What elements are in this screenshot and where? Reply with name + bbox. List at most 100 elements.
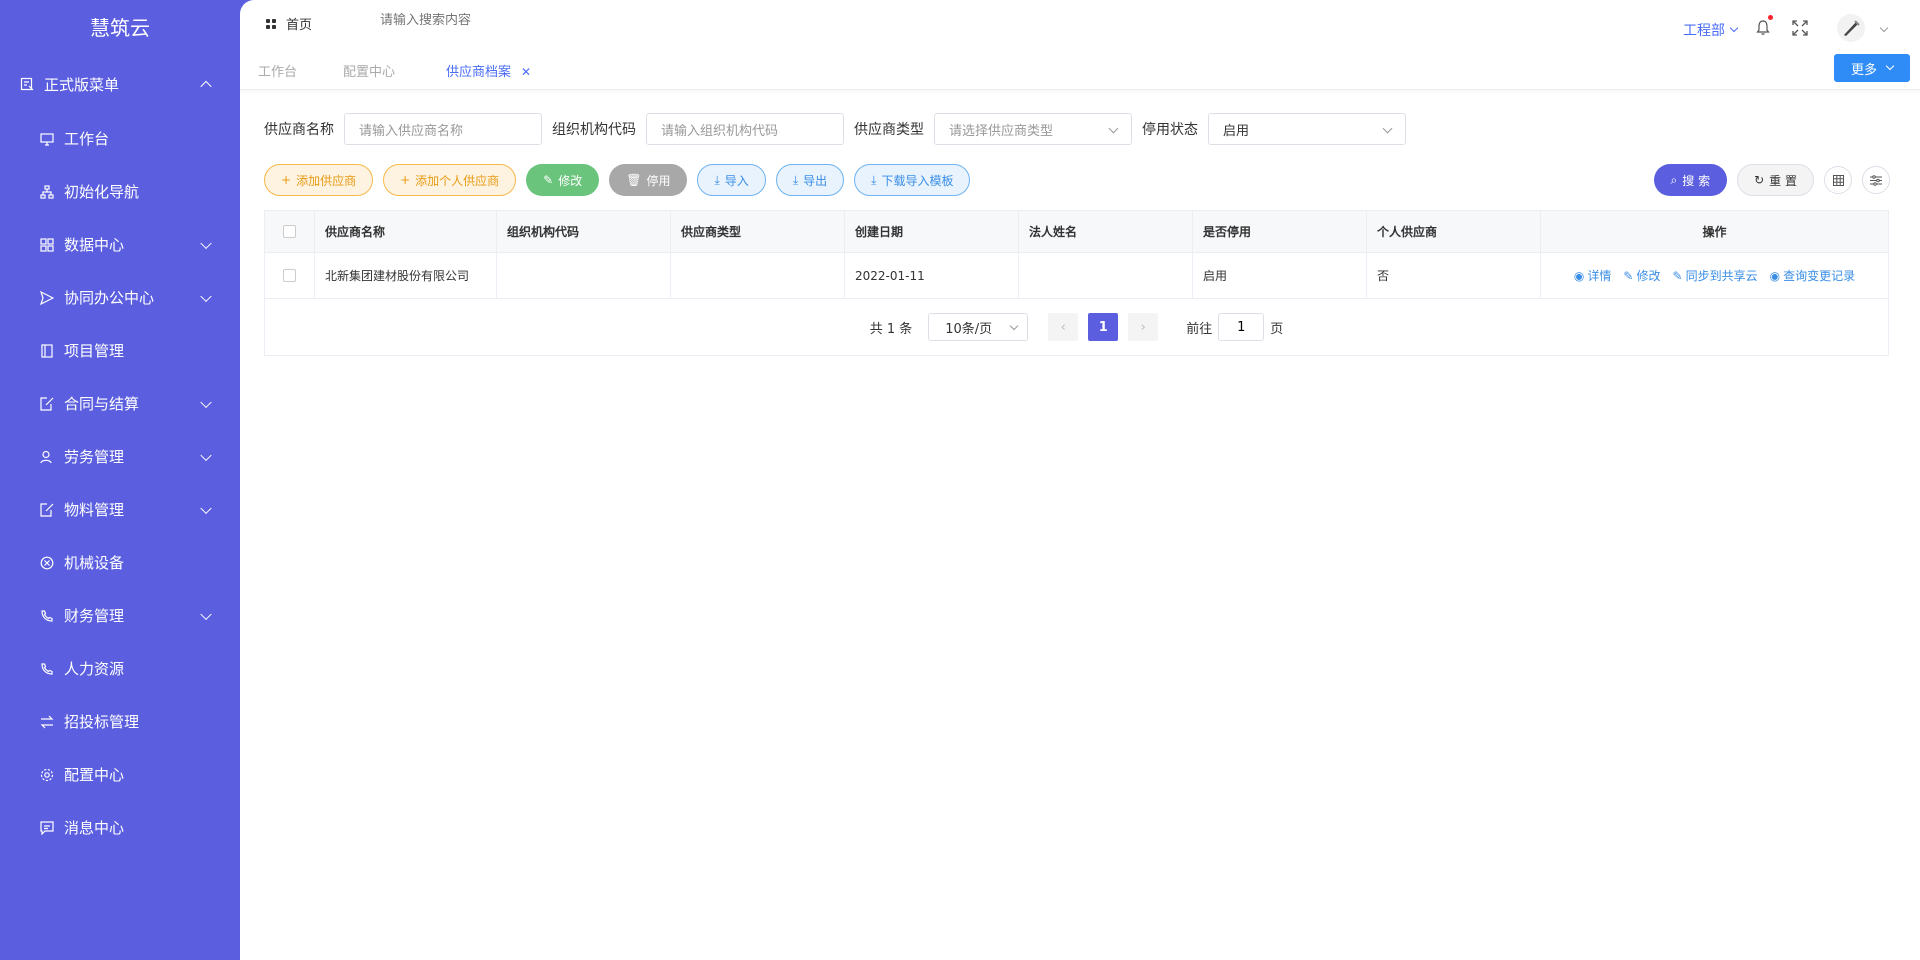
sidebar-item[interactable]: 协同办公中心: [0, 271, 240, 324]
reset-button[interactable]: ↻ 重 置: [1737, 164, 1814, 196]
search-button[interactable]: ⌕ 搜 索: [1653, 164, 1728, 196]
column-header: 是否停用: [1193, 211, 1367, 252]
bell-icon[interactable]: [1756, 15, 1773, 36]
close-icon[interactable]: ✕: [521, 65, 531, 79]
chevron-down-icon[interactable]: [1879, 23, 1889, 33]
select-all-checkbox[interactable]: [283, 225, 296, 238]
import-button[interactable]: ⤓ 导入: [697, 164, 766, 196]
supplier-name-input[interactable]: 请输入供应商名称: [344, 113, 542, 145]
sync-shared-cloud-link[interactable]: ✎ 同步到共享云: [1673, 267, 1758, 284]
button-label: 导入: [724, 173, 749, 188]
chevron-down-icon: [1885, 61, 1895, 71]
edit-link[interactable]: ✎ 修改: [1623, 267, 1660, 284]
edit-button[interactable]: ✎ 修改: [526, 164, 600, 196]
edit-icon: ✎: [1672, 268, 1683, 283]
button-label: 导出: [803, 173, 828, 188]
sidebar-item-label: 招投标管理: [64, 713, 140, 731]
action-buttons: + 添加供应商 + 添加个人供应商 ✎ 修改 🗑 停用 ⤓ 导入 ⤓ 导出 ⤓ 下载导入模板: [264, 164, 980, 196]
pagination: 共 1 条 10条/页 ‹ 1 › 前往 页: [265, 299, 1888, 355]
column-header: 组织机构代码: [497, 211, 671, 252]
tab-supplier-archive[interactable]: 供应商档案 ✕: [446, 61, 531, 80]
page-number-current[interactable]: 1: [1088, 313, 1119, 341]
sidebar-item[interactable]: 物料管理: [0, 483, 240, 536]
sidebar-item[interactable]: 招投标管理: [0, 695, 240, 748]
notification-dot: [1768, 15, 1773, 20]
column-header: 个人供应商: [1367, 211, 1541, 252]
edit-doc-icon: [40, 396, 54, 411]
chevron-down-icon: [1108, 123, 1119, 134]
goto-page-input[interactable]: [1218, 313, 1265, 341]
home-link[interactable]: 首页: [266, 14, 312, 33]
sidebar-item[interactable]: 合同与结算: [0, 377, 240, 430]
sidebar-item[interactable]: 人力资源: [0, 642, 240, 695]
gear-icon: [40, 768, 54, 782]
supplier-type-cell: [671, 253, 845, 298]
sidebar-item-label: 配置中心: [64, 766, 125, 784]
supplier-type-select[interactable]: 请选择供应商类型: [934, 113, 1132, 145]
chevron-up-icon: [200, 80, 212, 93]
send-icon: [40, 290, 54, 305]
sidebar-item[interactable]: 配置中心: [0, 748, 240, 801]
monitor-icon: [40, 132, 54, 146]
edit-icon: ✎: [543, 173, 554, 187]
add-personal-supplier-button[interactable]: + 添加个人供应商: [383, 164, 517, 196]
book-icon: [40, 343, 54, 358]
global-search-input[interactable]: [380, 13, 580, 28]
prev-page-button[interactable]: ‹: [1048, 313, 1079, 341]
chevron-down-icon: [200, 449, 212, 461]
page-suffix: 页: [1270, 321, 1284, 337]
refresh-icon: ↻: [1754, 173, 1765, 187]
trash-icon: 🗑: [626, 173, 642, 187]
sidebar-item-label: 机械设备: [64, 554, 125, 572]
sidebar-item-label: 合同与结算: [64, 395, 140, 413]
tab-label: 配置中心: [343, 65, 396, 80]
sidebar-item-label: 初始化导航: [64, 183, 140, 201]
sidebar-item[interactable]: 数据中心: [0, 218, 240, 271]
table-row[interactable]: 北新集团建材股份有限公司 2022-01-11 启用 否 ◉ 详情 ✎ 修改 ✎ 同步…: [265, 253, 1888, 299]
detail-link[interactable]: ◉ 详情: [1574, 267, 1612, 284]
sidebar-item[interactable]: 初始化导航: [0, 165, 240, 218]
sidebar-item[interactable]: 劳务管理: [0, 430, 240, 483]
department-dropdown[interactable]: 工程部: [1683, 20, 1739, 40]
created-date-cell: 2022-01-11: [845, 253, 1019, 298]
download-template-button[interactable]: ⤓ 下载导入模板: [854, 164, 971, 196]
grid-icon: [40, 237, 54, 252]
sidebar-item[interactable]: 消息中心: [0, 801, 240, 854]
page-size-select[interactable]: 10条/页: [928, 313, 1029, 341]
add-supplier-button[interactable]: + 添加供应商: [264, 164, 374, 196]
sidebar-item[interactable]: 正式版菜单: [0, 56, 240, 112]
sidebar-item[interactable]: 机械设备: [0, 536, 240, 589]
tab-config-center[interactable]: 配置中心: [343, 61, 395, 80]
column-grid-icon[interactable]: [1824, 166, 1852, 194]
sidebar-item-label: 正式版菜单: [44, 75, 120, 94]
sidebar-item-label: 财务管理: [64, 607, 125, 625]
filter-settings-icon[interactable]: [1862, 166, 1890, 194]
sidebar-item-label: 项目管理: [64, 342, 125, 360]
row-checkbox[interactable]: [283, 269, 296, 282]
avatar[interactable]: [1837, 14, 1865, 42]
org-chart-icon: [40, 184, 54, 199]
sidebar-item-label: 协同办公中心: [64, 289, 155, 307]
column-header: 操作: [1702, 225, 1727, 239]
sidebar-item[interactable]: 工作台: [0, 112, 240, 165]
export-button[interactable]: ⤓ 导出: [775, 164, 845, 196]
op-label: 修改: [1636, 269, 1661, 283]
goto-page: 前往 页: [1186, 313, 1283, 341]
edit-icon: ✎: [1623, 268, 1634, 283]
fullscreen-icon[interactable]: [1792, 20, 1808, 36]
disabled-status-cell: 启用: [1193, 253, 1367, 298]
supplier-name-cell: 北新集团建材股份有限公司: [315, 253, 497, 298]
sidebar-item[interactable]: 项目管理: [0, 324, 240, 377]
org-code-input[interactable]: 请输入组织机构代码: [646, 113, 844, 145]
change-history-link[interactable]: ◉ 查询变更记录: [1770, 267, 1856, 284]
more-button[interactable]: 更多: [1834, 54, 1910, 82]
next-page-button[interactable]: ›: [1128, 313, 1159, 341]
chevron-down-icon: [200, 396, 212, 408]
disable-button[interactable]: 🗑 停用: [609, 164, 688, 196]
sidebar-item-label: 物料管理: [64, 501, 125, 519]
disable-status-select[interactable]: 启用: [1208, 113, 1406, 145]
circle-x-icon: [40, 556, 54, 570]
button-label: 停用: [646, 173, 671, 188]
sidebar-item[interactable]: 财务管理: [0, 589, 240, 642]
tab-workbench[interactable]: 工作台: [258, 61, 297, 80]
